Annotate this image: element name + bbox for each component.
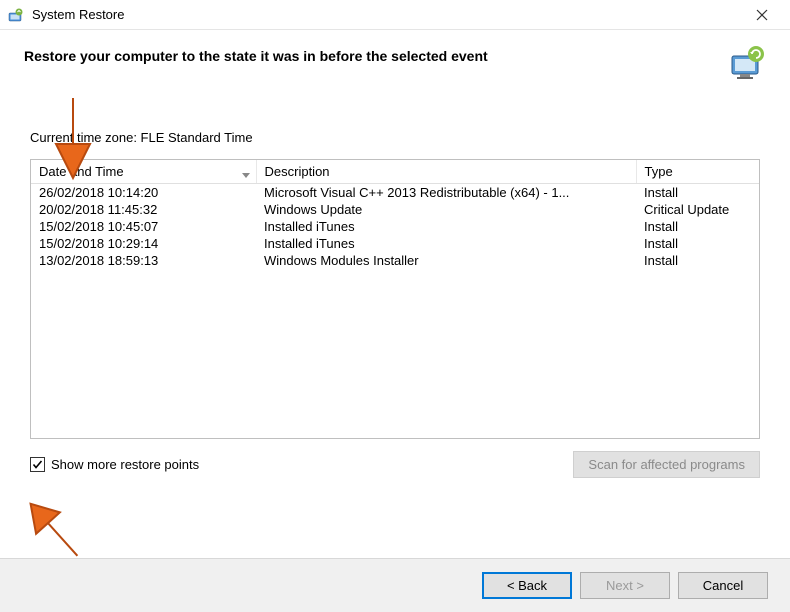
- system-restore-icon: [8, 7, 24, 23]
- cell-type: Install: [636, 235, 759, 252]
- cancel-button[interactable]: Cancel: [678, 572, 768, 599]
- table-row[interactable]: 15/02/2018 10:29:14Installed iTunesInsta…: [31, 235, 759, 252]
- cell-description: Microsoft Visual C++ 2013 Redistributabl…: [256, 184, 636, 202]
- cell-date: 20/02/2018 11:45:32: [31, 201, 256, 218]
- column-header-date-label: Date and Time: [39, 164, 124, 179]
- content-area: Current time zone: FLE Standard Time Dat…: [0, 76, 790, 439]
- window-title: System Restore: [32, 7, 124, 22]
- restore-points-table-container: Date and Time Description Type 26/02/201…: [30, 159, 760, 439]
- cell-type: Install: [636, 184, 759, 202]
- cell-description: Installed iTunes: [256, 218, 636, 235]
- wizard-footer: < Back Next > Cancel: [0, 558, 790, 612]
- restore-points-table: Date and Time Description Type 26/02/201…: [31, 160, 759, 269]
- sort-indicator-icon: [242, 167, 250, 182]
- show-more-label: Show more restore points: [51, 457, 199, 472]
- cell-description: Windows Update: [256, 201, 636, 218]
- titlebar: System Restore: [0, 0, 790, 30]
- column-header-type-label: Type: [645, 164, 673, 179]
- restore-large-icon: [730, 44, 766, 80]
- cell-date: 13/02/2018 18:59:13: [31, 252, 256, 269]
- cell-description: Windows Modules Installer: [256, 252, 636, 269]
- cell-description: Installed iTunes: [256, 235, 636, 252]
- checkbox-box: [30, 457, 45, 472]
- options-row: Show more restore points Scan for affect…: [0, 439, 790, 478]
- next-button: Next >: [580, 572, 670, 599]
- cell-type: Critical Update: [636, 201, 759, 218]
- timezone-label: Current time zone: FLE Standard Time: [30, 130, 760, 145]
- table-row[interactable]: 26/02/2018 10:14:20Microsoft Visual C++ …: [31, 184, 759, 202]
- cell-type: Install: [636, 252, 759, 269]
- scan-affected-button: Scan for affected programs: [573, 451, 760, 478]
- table-row[interactable]: 15/02/2018 10:45:07Installed iTunesInsta…: [31, 218, 759, 235]
- cell-date: 26/02/2018 10:14:20: [31, 184, 256, 202]
- back-button[interactable]: < Back: [482, 572, 572, 599]
- page-heading: Restore your computer to the state it wa…: [24, 48, 766, 64]
- column-header-date[interactable]: Date and Time: [31, 160, 256, 184]
- column-header-type[interactable]: Type: [636, 160, 759, 184]
- cell-date: 15/02/2018 10:29:14: [31, 235, 256, 252]
- column-header-description-label: Description: [265, 164, 330, 179]
- column-header-description[interactable]: Description: [256, 160, 636, 184]
- show-more-checkbox[interactable]: Show more restore points: [30, 457, 199, 472]
- table-row[interactable]: 13/02/2018 18:59:13Windows Modules Insta…: [31, 252, 759, 269]
- table-row[interactable]: 20/02/2018 11:45:32Windows UpdateCritica…: [31, 201, 759, 218]
- cell-date: 15/02/2018 10:45:07: [31, 218, 256, 235]
- close-button[interactable]: [742, 0, 782, 30]
- cell-type: Install: [636, 218, 759, 235]
- header-area: Restore your computer to the state it wa…: [0, 30, 790, 76]
